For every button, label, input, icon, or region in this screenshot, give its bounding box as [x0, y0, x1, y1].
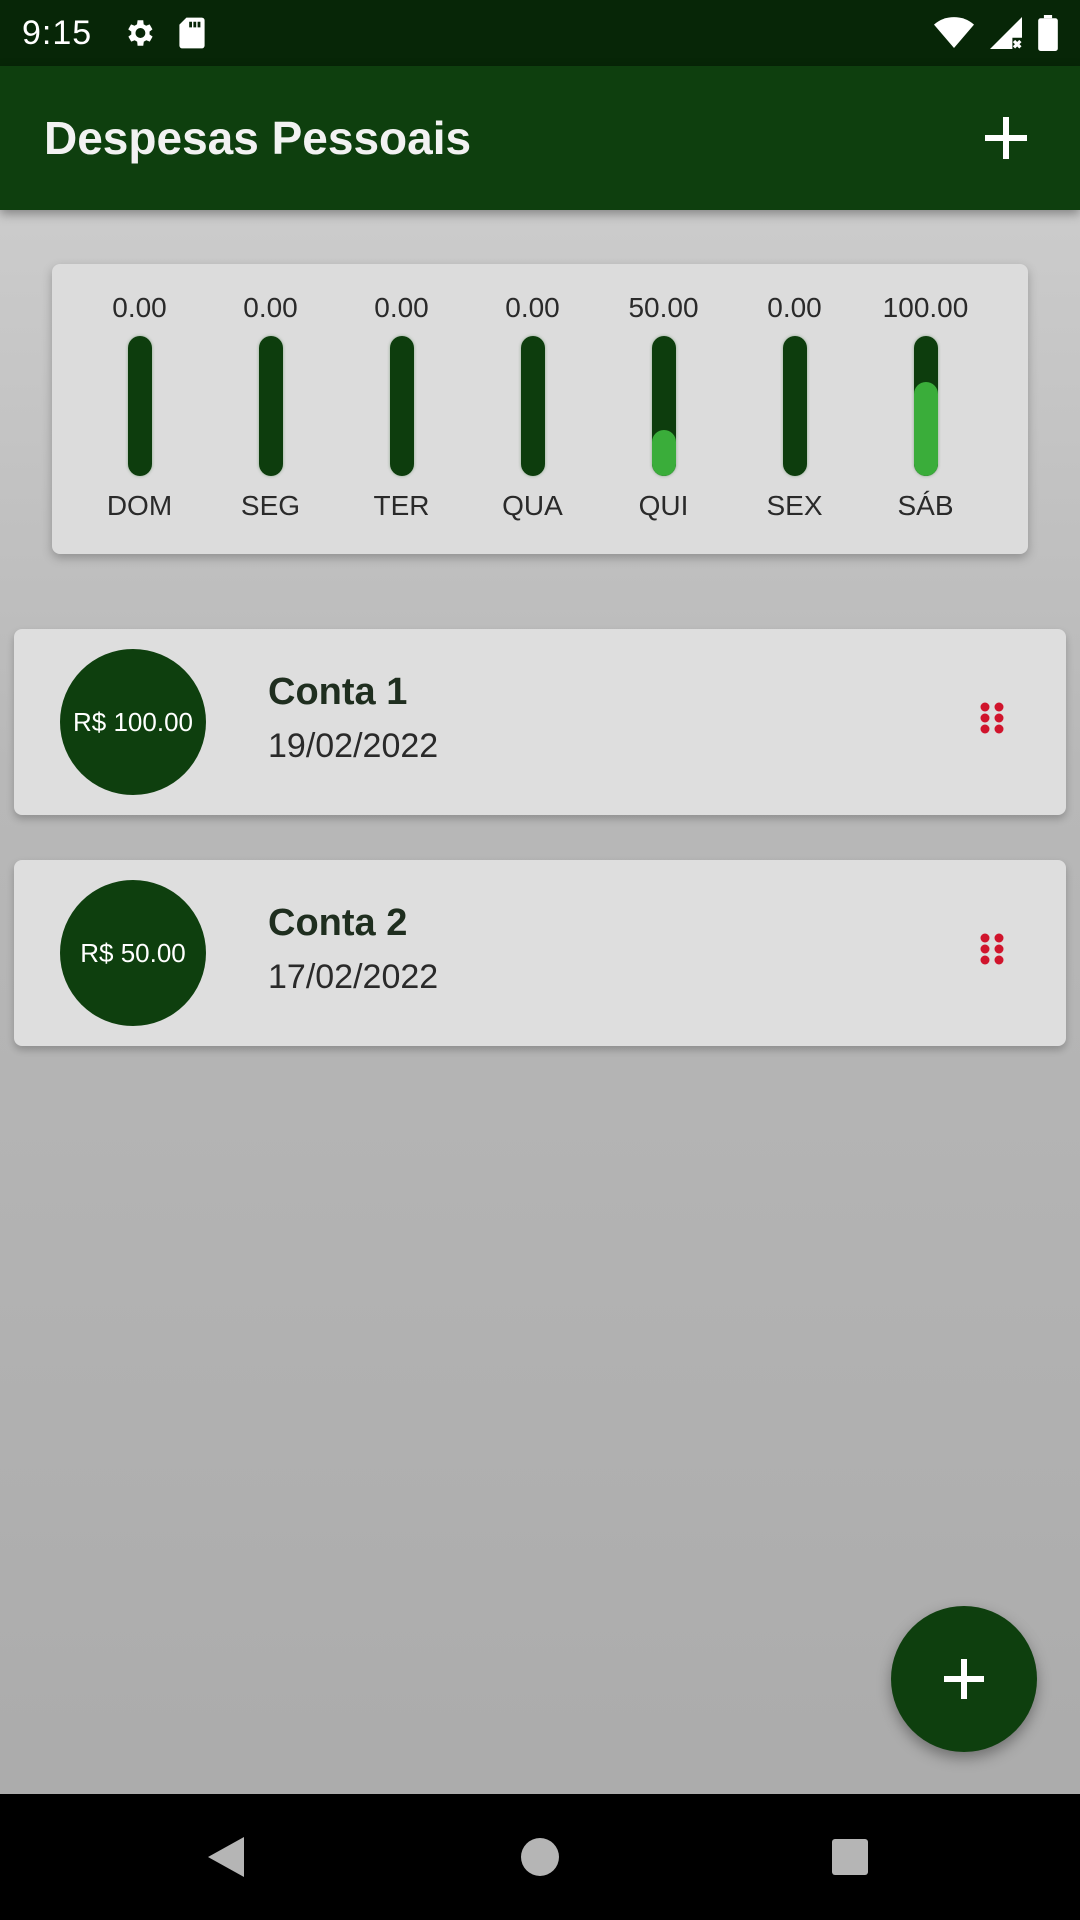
add-transaction-fab[interactable] [891, 1606, 1037, 1752]
chart-value-label: 0.00 [112, 292, 167, 323]
chart-bar-track [520, 336, 545, 476]
chart-column: 0.00 SEG [205, 264, 336, 554]
recents-button[interactable] [818, 1825, 882, 1889]
chart-value-label: 0.00 [374, 292, 429, 323]
transaction-title: Conta 1 [268, 671, 408, 713]
chart-value-label: 0.00 [767, 292, 822, 323]
back-button[interactable] [194, 1825, 258, 1889]
chart-day-label: DOM [106, 490, 173, 521]
app-title: Despesas Pessoais [44, 112, 472, 164]
chart-day-label: QUI [638, 490, 689, 521]
delete-transaction-button[interactable] [966, 928, 1018, 980]
chart-day-label: QUA [502, 490, 563, 521]
chart-column: 50.00 QUI [598, 264, 729, 554]
back-icon [206, 1835, 246, 1879]
app-bar: Despesas Pessoais [0, 66, 1080, 210]
chart-column: 100.00 SÁB [860, 264, 991, 554]
chart-day-label: SEX [766, 490, 823, 521]
chart-column: 0.00 TER [336, 264, 467, 554]
wifi-icon [934, 16, 974, 50]
chart-value-label: 0.00 [243, 292, 298, 323]
add-transaction-button[interactable] [976, 108, 1036, 168]
amount-label: R$ 100.00 [73, 706, 193, 737]
chart-bar-track [127, 336, 152, 476]
chart-value-label: 50.00 [628, 292, 699, 323]
chart-column: 0.00 DOM [74, 264, 205, 554]
chart-day-label: TER [373, 490, 430, 521]
plus-icon [985, 117, 1027, 159]
battery-icon [1038, 15, 1058, 51]
delete-transaction-button[interactable] [966, 697, 1018, 749]
delete-icon [978, 701, 1006, 745]
transaction-date: 17/02/2022 [268, 958, 439, 996]
chart-day-label: SEG [240, 490, 301, 521]
plus-icon [944, 1659, 984, 1699]
chart-value-label: 100.00 [882, 292, 969, 323]
settings-icon [122, 16, 156, 50]
home-button[interactable] [508, 1825, 572, 1889]
chart-bar-track [389, 336, 414, 476]
recents-icon [831, 1838, 869, 1876]
chart-bar-track [782, 336, 807, 476]
app-screen: 9:15 Despesas Pessoais 0.00 DOM 0.00 SEG… [0, 0, 1080, 1920]
amount-badge: R$ 100.00 [60, 649, 206, 795]
delete-icon [978, 932, 1006, 976]
status-bar: 9:15 [0, 0, 1080, 66]
transaction-title: Conta 2 [268, 902, 408, 944]
navigation-bar [0, 1794, 1080, 1920]
weekly-chart: 0.00 DOM 0.00 SEG 0.00 TER 0.00 QUA 50.00 QUI 0.00… [52, 264, 1028, 554]
transaction-item[interactable]: R$ 50.00 Conta 2 17/02/2022 [14, 860, 1066, 1046]
chart-bar-fill [651, 429, 676, 476]
status-time: 9:15 [22, 13, 93, 52]
chart-column: 0.00 QUA [467, 264, 598, 554]
transaction-date: 19/02/2022 [268, 727, 439, 765]
chart-day-label: SÁB [897, 490, 954, 521]
home-icon [520, 1837, 560, 1877]
chart-bar-fill [913, 382, 938, 476]
chart-bar-track [651, 336, 676, 476]
amount-badge: R$ 50.00 [60, 880, 206, 1026]
chart-value-label: 0.00 [505, 292, 560, 323]
amount-label: R$ 50.00 [80, 937, 186, 968]
cellular-signal-icon [990, 16, 1022, 50]
sd-card-icon [178, 16, 206, 50]
chart-bar-track [258, 336, 283, 476]
chart-bar-track [913, 336, 938, 476]
chart-column: 0.00 SEX [729, 264, 860, 554]
transaction-item[interactable]: R$ 100.00 Conta 1 19/02/2022 [14, 629, 1066, 815]
